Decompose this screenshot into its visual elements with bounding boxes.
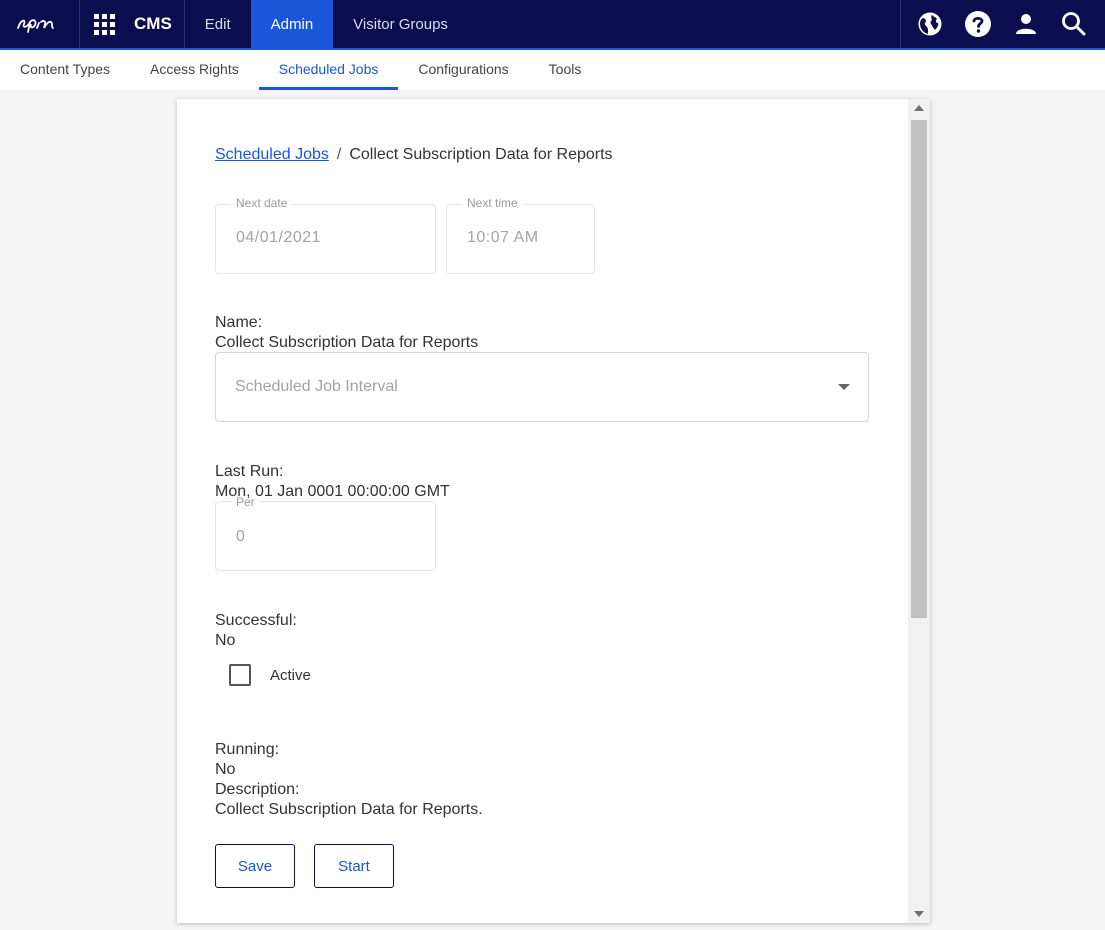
last-run-value: Mon, 01 Jan 0001 00:00:00 GMT [215, 483, 450, 500]
sub-tab-access-rights[interactable]: Access Rights [130, 50, 259, 90]
name-value: Collect Subscription Data for Reports [215, 334, 479, 351]
admin-sub-nav: Content Types Access Rights Scheduled Jo… [0, 50, 1105, 90]
app-switcher-icon[interactable] [80, 0, 128, 48]
scroll-down-icon[interactable] [914, 911, 924, 917]
description-label: Description: [215, 781, 300, 798]
breadcrumb: Scheduled Jobs / Collect Subscription Data… [215, 146, 613, 164]
start-button[interactable]: Start [314, 844, 394, 888]
epi-logo-icon[interactable] [0, 0, 80, 48]
active-checkbox-label[interactable]: Active [270, 667, 311, 684]
next-time-value: 10:07 AM [467, 229, 539, 246]
per-value: 0 [236, 528, 246, 545]
breadcrumb-scheduled-jobs-link[interactable]: Scheduled Jobs [215, 146, 329, 163]
nav-tab-admin[interactable]: Admin [250, 0, 334, 48]
user-icon[interactable] [1011, 9, 1041, 39]
sub-tab-scheduled-jobs[interactable]: Scheduled Jobs [258, 50, 399, 90]
panel-scrollbar[interactable] [908, 99, 930, 923]
chevron-down-icon [838, 384, 850, 390]
scroll-up-icon[interactable] [914, 105, 924, 111]
help-icon[interactable] [963, 9, 993, 39]
next-date-field[interactable]: Next date 04/01/2021 [215, 196, 436, 274]
breadcrumb-current: Collect Subscription Data for Reports [349, 146, 613, 163]
running-label: Running: [215, 741, 280, 758]
last-run-label: Last Run: [215, 463, 284, 480]
successful-label: Successful: [215, 612, 297, 629]
globe-icon[interactable] [915, 9, 945, 39]
name-label: Name: [215, 314, 263, 331]
topbar-actions [900, 0, 1105, 48]
next-date-value: 04/01/2021 [236, 229, 322, 246]
interval-placeholder: Scheduled Job Interval [235, 378, 398, 395]
nav-tab-edit[interactable]: Edit [185, 0, 251, 48]
active-checkbox[interactable] [229, 664, 251, 686]
breadcrumb-separator: / [336, 146, 342, 163]
nav-tab-visitor-groups[interactable]: Visitor Groups [333, 0, 468, 48]
next-time-field[interactable]: Next time 10:07 AM [446, 196, 595, 274]
product-name: CMS [128, 0, 185, 48]
next-date-label: Next date [231, 196, 293, 210]
successful-value: No [215, 632, 236, 649]
top-bar: CMS Edit Admin Visitor Groups [0, 0, 1105, 50]
scheduled-job-interval-select[interactable]: Scheduled Job Interval [215, 352, 869, 422]
running-value: No [215, 761, 236, 778]
per-field[interactable]: Per 0 [215, 495, 436, 571]
description-value: Collect Subscription Data for Reports. [215, 801, 483, 818]
sub-tab-content-types[interactable]: Content Types [0, 50, 130, 90]
sub-tab-tools[interactable]: Tools [529, 50, 602, 90]
job-detail-panel: Scheduled Jobs / Collect Subscription Data… [177, 99, 930, 923]
search-icon[interactable] [1059, 9, 1089, 39]
scroll-thumb[interactable] [911, 120, 927, 618]
sub-tab-configurations[interactable]: Configurations [398, 50, 528, 90]
next-time-label: Next time [462, 196, 523, 210]
active-checkbox-row[interactable]: Active [229, 664, 311, 686]
save-button[interactable]: Save [215, 844, 295, 888]
